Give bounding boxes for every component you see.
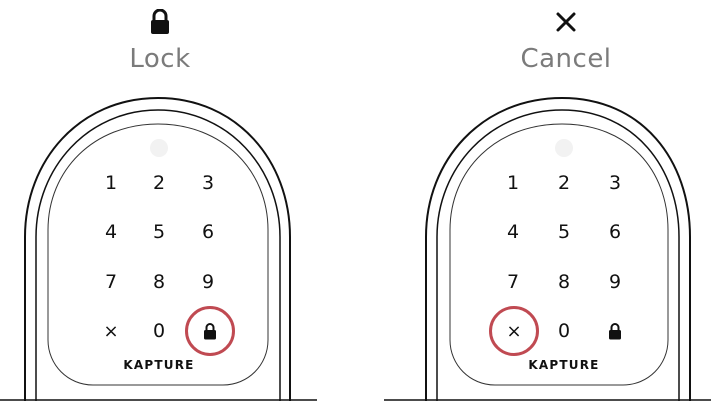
brand-logo: KAPTURE <box>123 358 195 372</box>
key-5[interactable]: 5 <box>544 215 584 249</box>
key-2[interactable]: 2 <box>544 166 584 200</box>
sensor-dot <box>150 139 168 157</box>
key-0[interactable]: 0 <box>139 314 179 348</box>
key-0[interactable]: 0 <box>544 314 584 348</box>
lock-panel: Lock 1 2 3 4 5 6 7 8 9 × 0 KAPTURE <box>0 0 317 401</box>
key-8[interactable]: 8 <box>544 265 584 299</box>
key-1[interactable]: 1 <box>493 166 533 200</box>
key-2[interactable]: 2 <box>139 166 179 200</box>
key-7[interactable]: 7 <box>493 265 533 299</box>
key-4[interactable]: 4 <box>493 215 533 249</box>
highlight-ring <box>185 306 235 356</box>
highlight-ring <box>489 306 539 356</box>
key-5[interactable]: 5 <box>139 215 179 249</box>
key-9[interactable]: 9 <box>595 265 635 299</box>
key-7[interactable]: 7 <box>91 265 131 299</box>
key-lock[interactable] <box>595 314 635 348</box>
brand-logo: KAPTURE <box>528 358 600 372</box>
sensor-dot <box>555 139 573 157</box>
key-6[interactable]: 6 <box>188 215 228 249</box>
key-3[interactable]: 3 <box>595 166 635 200</box>
key-6[interactable]: 6 <box>595 215 635 249</box>
key-8[interactable]: 8 <box>139 265 179 299</box>
cancel-panel: Cancel 1 2 3 4 5 6 7 8 9 × 0 KAPTURE <box>384 0 711 401</box>
key-9[interactable]: 9 <box>188 265 228 299</box>
key-4[interactable]: 4 <box>91 215 131 249</box>
key-1[interactable]: 1 <box>91 166 131 200</box>
key-3[interactable]: 3 <box>188 166 228 200</box>
key-cancel[interactable]: × <box>91 314 131 348</box>
lock-icon <box>609 322 621 339</box>
